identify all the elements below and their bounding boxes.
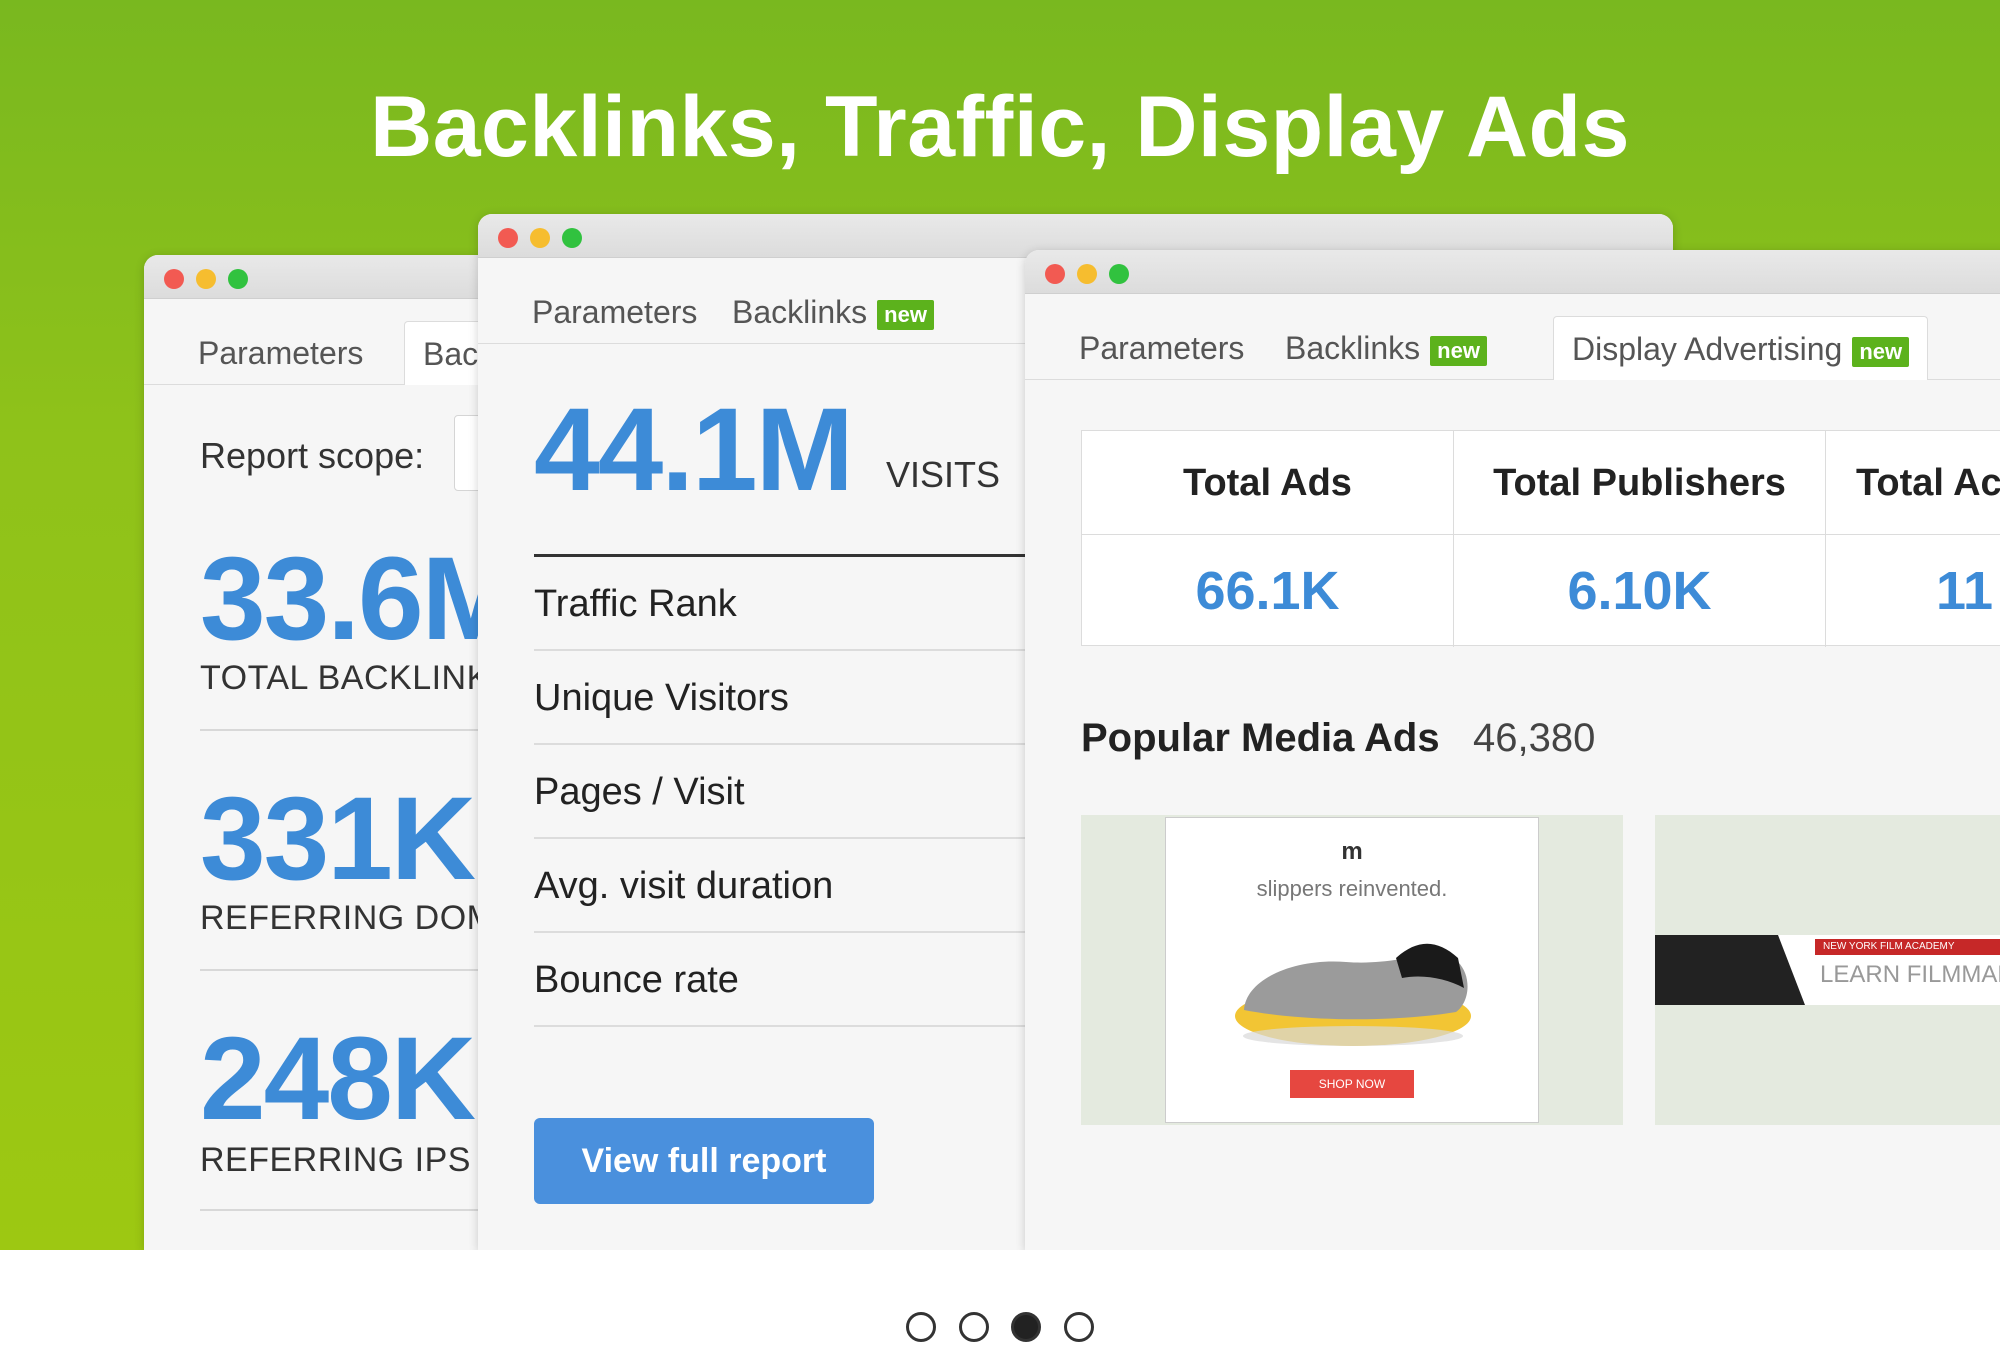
tab-backlinks[interactable]: Backlinks new <box>1267 316 1505 380</box>
stat-header: Total Ac <box>1826 431 2000 535</box>
divider <box>200 969 504 971</box>
window-titlebar <box>144 255 504 299</box>
hero-banner: Backlinks, Traffic, Display Ads Paramete… <box>0 0 2000 1250</box>
stat-value: 66.1K <box>1195 561 1340 621</box>
tab-display-advertising[interactable]: Display Advertising new <box>1553 316 1929 380</box>
new-badge: new <box>1430 335 1487 366</box>
metric-traffic-rank: Traffic Rank <box>534 557 1094 651</box>
tab-parameters[interactable]: Parameters <box>1061 316 1262 380</box>
ad-tagline: LEARN FILMMAKING <box>1820 961 2000 988</box>
tab-parameters[interactable]: Parameters <box>514 280 715 344</box>
stat-total-ads: Total Ads 66.1K <box>1082 431 1454 647</box>
pager-dot-2[interactable] <box>958 1312 989 1342</box>
metric-avg-visit-duration: Avg. visit duration <box>534 839 1094 933</box>
minimize-window-icon[interactable] <box>1077 264 1097 284</box>
visits-value: 44.1M <box>534 384 854 516</box>
hero-title: Backlinks, Traffic, Display Ads <box>370 79 1630 175</box>
stat-header: Total Ads <box>1082 431 1453 535</box>
stat-value: 11 <box>1936 561 1994 621</box>
metric-pages-per-visit: Pages / Visit <box>534 745 1094 839</box>
close-window-icon[interactable] <box>1045 264 1065 284</box>
maximize-window-icon[interactable] <box>1109 264 1129 284</box>
ad-header: NEW YORK FILM ACADEMY <box>1815 939 2000 955</box>
metric-bounce-rate: Bounce rate <box>534 933 1094 1027</box>
ads-stats-table: Total Ads 66.1K Total Publishers 6.10K T… <box>1081 430 2000 647</box>
tab-bar: Parameters Bac <box>144 299 504 385</box>
banner-photo <box>1655 935 1805 1005</box>
new-badge: new <box>877 299 934 330</box>
close-window-icon[interactable] <box>498 228 518 248</box>
carousel-pager <box>0 1312 2000 1342</box>
metric-unique-visitors: Unique Visitors <box>534 651 1094 745</box>
pager-dot-3[interactable] <box>1011 1312 1042 1342</box>
display-ads-window: Parameters Backlinks new Display Advertis… <box>1025 250 2000 1250</box>
close-window-icon[interactable] <box>164 269 184 289</box>
report-scope-label: Report scope: <box>200 435 425 476</box>
ad-thumbnail-film-academy[interactable]: NEW YORK FILM ACADEMY LEARN FILMMAKING <box>1655 815 2000 1125</box>
total-backlinks-value: 33.6M <box>200 533 504 665</box>
view-full-report-button[interactable]: View full report <box>534 1118 874 1204</box>
referring-domains-value: 331K <box>200 773 476 905</box>
brand-logo-icon: m <box>1341 838 1363 865</box>
minimize-window-icon[interactable] <box>196 269 216 289</box>
shop-now-button: SHOP NOW <box>1290 1070 1414 1098</box>
traffic-metric-list: Traffic Rank Unique Visitors Pages / Vis… <box>534 554 1094 1027</box>
stat-total-advertisers: Total Ac 11 <box>1826 431 2000 647</box>
minimize-window-icon[interactable] <box>530 228 550 248</box>
window-titlebar <box>1025 250 2000 294</box>
referring-ips-label: REFERRING IPS <box>200 1141 471 1179</box>
tab-label: Backlinks <box>1285 330 1421 366</box>
ad-thumbnail-slippers[interactable]: m slippers reinvented. SHOP NOW <box>1081 815 1623 1125</box>
tab-backlinks[interactable]: Backlinks new <box>714 280 952 344</box>
new-badge: new <box>1852 336 1910 367</box>
total-backlinks-label: TOTAL BACKLINKS <box>200 659 504 697</box>
tab-label: Backlinks <box>732 294 868 330</box>
divider <box>200 1209 504 1211</box>
visits-label: VISITS <box>886 454 1001 495</box>
stat-value: 6.10K <box>1567 561 1712 621</box>
stat-total-publishers: Total Publishers 6.10K <box>1454 431 1826 647</box>
tab-label: Parameters <box>532 294 698 330</box>
stat-header: Total Publishers <box>1454 431 1825 535</box>
divider <box>200 729 504 731</box>
tab-parameters[interactable]: Parameters <box>180 321 381 385</box>
referring-ips-value: 248K <box>200 1013 476 1145</box>
tab-bar: Parameters Backlinks new Display Advertis… <box>1025 294 2000 380</box>
popular-media-ads-title: Popular Media Ads <box>1081 716 1440 760</box>
popular-media-ads-count: 46,380 <box>1473 716 1596 760</box>
pager-dot-4[interactable] <box>1063 1312 1094 1342</box>
pager-dot-1[interactable] <box>906 1312 937 1342</box>
ad-banner: NEW YORK FILM ACADEMY LEARN FILMMAKING <box>1655 935 2000 1005</box>
ad-banner: m slippers reinvented. SHOP NOW <box>1165 817 1539 1123</box>
slipper-image <box>1235 943 1471 1046</box>
tab-label: Parameters <box>1079 330 1245 366</box>
backlinks-window: Parameters Bac Report scope: 33.6M TOTAL… <box>144 255 504 1250</box>
maximize-window-icon[interactable] <box>228 269 248 289</box>
ad-tagline: slippers reinvented. <box>1256 876 1448 901</box>
maximize-window-icon[interactable] <box>562 228 582 248</box>
tab-label: Display Advertising <box>1572 331 1843 367</box>
referring-domains-label: REFERRING DOMAINS <box>200 899 504 937</box>
